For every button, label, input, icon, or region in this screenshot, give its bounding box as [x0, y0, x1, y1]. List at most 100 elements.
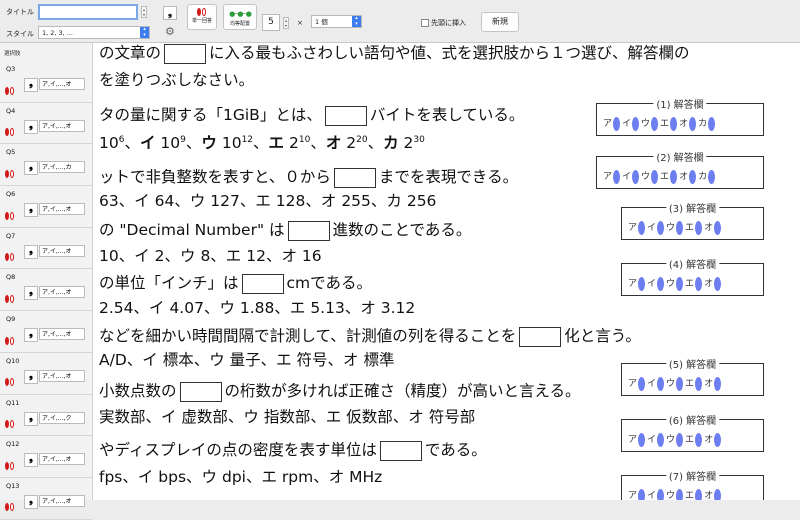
answer-option[interactable]: オ — [704, 276, 722, 291]
answer-option[interactable]: ア — [603, 116, 621, 131]
oval-pair-icon[interactable] — [5, 455, 15, 474]
answer-bubble[interactable] — [638, 220, 646, 235]
comma-button[interactable]: ❟ — [24, 203, 38, 218]
sidebar-item-q11[interactable]: Q11 ❟ ア,イ,...,ク — [0, 395, 92, 437]
sidebar-style-field[interactable]: ア,イ,...,オ — [39, 494, 85, 507]
sidebar-item-q9[interactable]: Q9 ❟ ア,イ,...,オ — [0, 311, 92, 353]
answer-box-1[interactable]: (1) 解答欄アイウエオカ — [596, 96, 764, 136]
answer-bubble[interactable] — [657, 488, 665, 500]
answer-bubble[interactable] — [651, 116, 659, 131]
answer-option[interactable]: エ — [685, 276, 703, 291]
answer-bubble[interactable] — [714, 276, 722, 291]
answer-option[interactable]: ア — [603, 169, 621, 184]
answer-bubble[interactable] — [714, 220, 722, 235]
answer-option[interactable]: イ — [647, 276, 665, 291]
style-select[interactable]: 1, 2, 3, ... ▴ ▾ — [38, 26, 150, 39]
new-button[interactable]: 新規 — [481, 12, 519, 32]
answer-bubble[interactable] — [695, 432, 703, 447]
answer-bubble[interactable] — [632, 116, 640, 131]
answer-box-5[interactable]: (5) 解答欄アイウエオ — [621, 356, 764, 396]
answer-bubble[interactable] — [632, 169, 640, 184]
comma-button[interactable]: ❟ — [163, 6, 177, 20]
answer-option[interactable]: ウ — [666, 376, 684, 391]
answer-box-6[interactable]: (6) 解答欄アイウエオ — [621, 412, 764, 452]
answer-option[interactable]: オ — [679, 116, 697, 131]
answer-bubble[interactable] — [695, 220, 703, 235]
answer-bubble[interactable] — [613, 116, 621, 131]
answer-box-7[interactable]: (7) 解答欄アイウエオ — [621, 468, 764, 500]
answer-bubble[interactable] — [638, 376, 646, 391]
answer-option[interactable]: カ — [698, 116, 716, 131]
answer-bubble[interactable] — [657, 432, 665, 447]
answer-bubble[interactable] — [676, 488, 684, 500]
comma-button[interactable]: ❟ — [24, 161, 38, 176]
answer-bubble[interactable] — [613, 169, 621, 184]
answer-bubble[interactable] — [708, 169, 716, 184]
sidebar-item-q6[interactable]: Q6 ❟ ア,イ,...,オ — [0, 186, 92, 228]
answer-option[interactable]: ウ — [666, 432, 684, 447]
sidebar-item-q10[interactable]: Q10 ❟ ア,イ,...,オ — [0, 353, 92, 395]
comma-button[interactable]: ❟ — [24, 78, 38, 92]
answer-option[interactable]: ア — [628, 488, 646, 500]
answer-bubble[interactable] — [670, 169, 678, 184]
answer-option[interactable]: イ — [647, 220, 665, 235]
sidebar-item-q8[interactable]: Q8 ❟ ア,イ,...,オ — [0, 269, 92, 312]
unit-select[interactable]: 1 個 ▴ ▾ — [311, 15, 362, 28]
sidebar-style-field[interactable]: ア,イ,...,オ — [39, 119, 85, 132]
oval-pair-icon[interactable] — [5, 288, 15, 307]
sidebar-item-q3[interactable]: Q3 ❟ ア,イ,...,オ — [0, 61, 92, 103]
answer-box-3[interactable]: (3) 解答欄アイウエオ — [621, 200, 764, 240]
answer-bubble[interactable] — [676, 220, 684, 235]
answer-option[interactable]: ア — [628, 432, 646, 447]
answer-option[interactable]: エ — [685, 376, 703, 391]
answer-option[interactable]: エ — [660, 116, 678, 131]
sidebar-style-field[interactable]: ア,イ,...,オ — [39, 328, 85, 341]
title-input[interactable] — [38, 4, 138, 20]
answer-option[interactable]: オ — [704, 432, 722, 447]
answer-bubble[interactable] — [676, 276, 684, 291]
answer-bubble[interactable] — [657, 376, 665, 391]
oval-pair-icon[interactable] — [5, 414, 15, 433]
answer-option[interactable]: オ — [704, 488, 722, 500]
gear-icon[interactable]: ⚙ — [165, 25, 175, 38]
count-input[interactable]: 5 — [262, 14, 280, 31]
comma-button[interactable]: ❟ — [24, 494, 38, 509]
answer-option[interactable]: オ — [704, 376, 722, 391]
answer-bubble[interactable] — [670, 116, 678, 131]
insert-first-checkbox[interactable] — [421, 19, 429, 27]
answer-bubble[interactable] — [714, 376, 722, 391]
document-canvas[interactable]: の文章の に入る最もふさわしい語句や値、式を選択肢から１つ選び、解答欄の を塗りつ… — [93, 43, 800, 500]
sidebar-style-field[interactable]: ア,イ,...,ク — [39, 411, 85, 424]
answer-option[interactable]: ウ — [666, 276, 684, 291]
answer-bubble[interactable] — [689, 116, 697, 131]
answer-option[interactable]: イ — [647, 432, 665, 447]
sidebar-style-field[interactable]: ア,イ,...,オ — [39, 286, 85, 299]
answer-option[interactable]: オ — [704, 220, 722, 235]
answer-option[interactable]: イ — [647, 376, 665, 391]
answer-option[interactable]: ア — [628, 376, 646, 391]
oval-pair-icon[interactable] — [5, 247, 15, 266]
title-stepper[interactable]: ▴ ▾ — [141, 6, 147, 18]
sidebar-item-q5[interactable]: Q5 ❟ ア,イ,...,カ — [0, 144, 92, 187]
answer-box-4[interactable]: (4) 解答欄アイウエオ — [621, 256, 764, 296]
answer-bubble[interactable] — [657, 220, 665, 235]
answer-option[interactable]: ウ — [666, 488, 684, 500]
sidebar-item-q13[interactable]: Q13 ❟ ア,イ,...,オ — [0, 478, 92, 520]
answer-bubble[interactable] — [657, 276, 665, 291]
comma-button[interactable]: ❟ — [24, 411, 38, 426]
answer-bubble[interactable] — [689, 169, 697, 184]
answer-option[interactable]: エ — [685, 432, 703, 447]
answer-option[interactable]: エ — [685, 488, 703, 500]
count-stepper[interactable]: ▴ ▾ — [283, 17, 289, 29]
answer-option[interactable]: エ — [660, 169, 678, 184]
answer-bubble[interactable] — [695, 376, 703, 391]
answer-bubble[interactable] — [708, 116, 716, 131]
answer-bubble[interactable] — [638, 488, 646, 500]
answer-option[interactable]: ウ — [666, 220, 684, 235]
answer-option[interactable]: カ — [698, 169, 716, 184]
answer-bubble[interactable] — [695, 276, 703, 291]
comma-button[interactable]: ❟ — [24, 369, 38, 384]
answer-bubble[interactable] — [714, 488, 722, 500]
comma-button[interactable]: ❟ — [24, 328, 38, 343]
sidebar-style-field[interactable]: ア,イ,...,オ — [39, 369, 85, 382]
